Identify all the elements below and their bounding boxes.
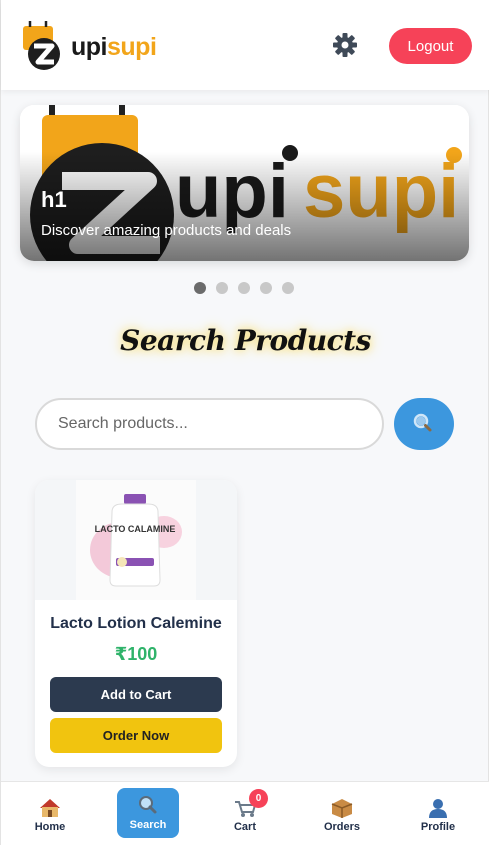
- nav-item-profile[interactable]: Profile: [398, 782, 478, 845]
- search-icon: [117, 794, 179, 814]
- home-icon: [10, 798, 90, 818]
- logo-wordmark: upisupi: [71, 33, 157, 62]
- carousel-dot-5[interactable]: [282, 282, 294, 294]
- carousel-dots: [194, 282, 294, 294]
- add-to-cart-button[interactable]: Add to Cart: [50, 677, 222, 712]
- product-card[interactable]: LACTO CALAMINE Lacto Lotion Calemine ₹10…: [35, 480, 237, 767]
- nav-item-cart[interactable]: 0 Cart: [205, 782, 285, 845]
- nav-item-home[interactable]: Home: [10, 782, 90, 845]
- logo-part-1: upi: [71, 33, 108, 61]
- app-header: upisupi Logout: [1, 0, 489, 90]
- nav-label-cart: Cart: [233, 821, 256, 833]
- product-name[interactable]: Lacto Lotion Calemine: [35, 615, 237, 633]
- search-input[interactable]: [35, 398, 384, 450]
- nav-label-search: Search: [129, 819, 167, 831]
- order-now-button[interactable]: Order Now: [50, 718, 222, 753]
- nav-label-orders: Orders: [323, 821, 361, 833]
- bottom-navigation: Home Search 0 Cart Orders Profile: [1, 781, 489, 845]
- carousel-dot-1[interactable]: [194, 282, 206, 294]
- settings-gear-icon[interactable]: [331, 31, 359, 59]
- search-button[interactable]: [394, 398, 454, 450]
- product-image-brand: LACTO CALAMINE: [95, 524, 176, 534]
- promo-banner[interactable]: upi supi h1 Discover amazing products an…: [20, 105, 469, 261]
- nav-label-home: Home: [34, 821, 66, 833]
- nav-label-profile: Profile: [420, 821, 456, 833]
- carousel-dot-3[interactable]: [238, 282, 250, 294]
- banner-subtitle: Discover amazing products and deals: [41, 222, 292, 239]
- search-icon: [413, 413, 432, 432]
- profile-icon: [398, 798, 478, 818]
- product-image[interactable]: LACTO CALAMINE: [76, 480, 196, 600]
- product-price: ₹100: [114, 644, 158, 664]
- banner-title: h1: [41, 187, 67, 212]
- carousel-dot-4[interactable]: [260, 282, 272, 294]
- carousel-dot-2[interactable]: [216, 282, 228, 294]
- product-image-area: LACTO CALAMINE: [35, 480, 237, 600]
- cart-icon: [205, 798, 285, 818]
- app-logo[interactable]: upisupi: [19, 20, 157, 72]
- logo-part-2: supi: [107, 33, 157, 61]
- nav-item-search[interactable]: Search: [117, 788, 179, 838]
- cart-count-badge: 0: [249, 789, 268, 808]
- nav-item-orders[interactable]: Orders: [302, 782, 382, 845]
- search-section-title: Search Products: [120, 324, 371, 357]
- logout-button[interactable]: Logout: [389, 28, 472, 64]
- package-icon: [302, 798, 382, 818]
